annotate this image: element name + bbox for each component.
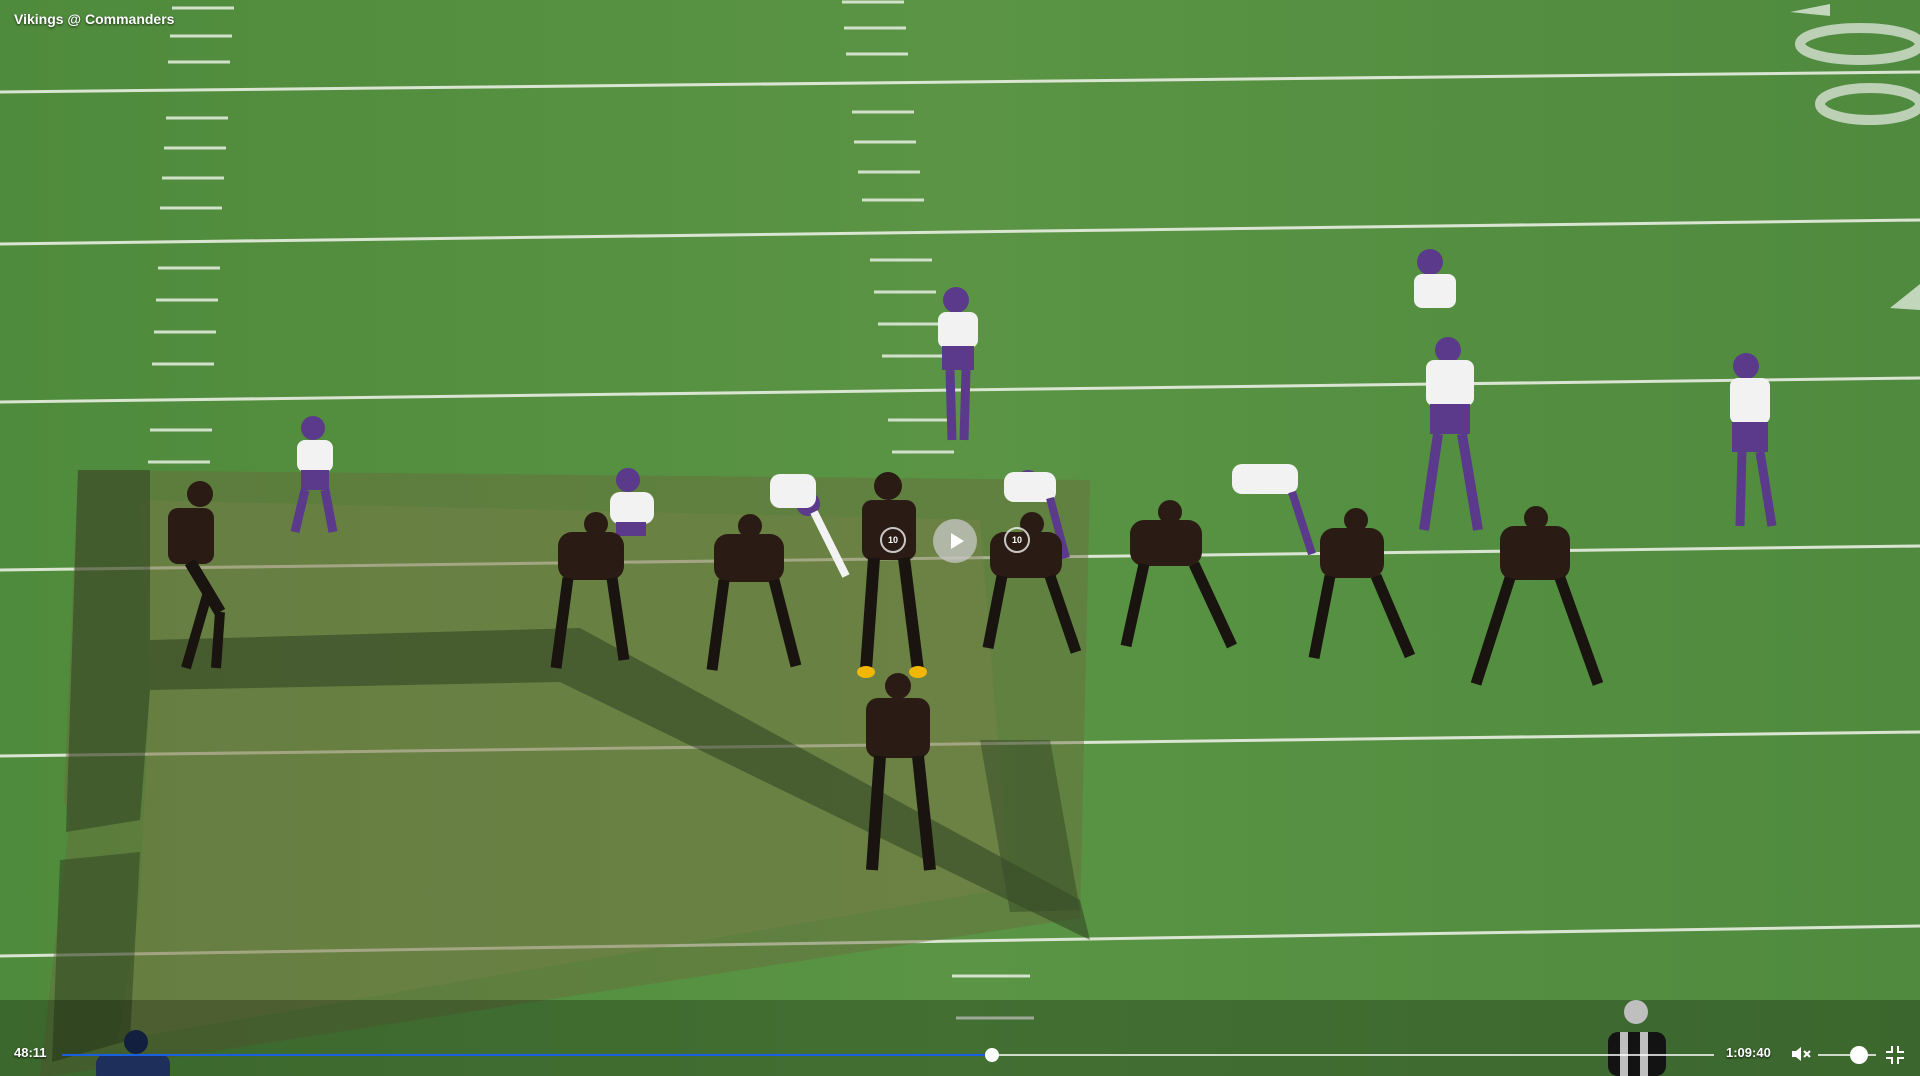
skip-forward-button[interactable]: 10 [1004, 527, 1030, 553]
skip-back-label: 10 [887, 535, 898, 545]
play-button[interactable] [933, 519, 977, 563]
skip-forward-label: 10 [1011, 535, 1022, 545]
current-time: 48:11 [14, 1045, 47, 1060]
video-title: Vikings @ Commanders [14, 11, 175, 27]
seek-bar-handle[interactable] [984, 1048, 999, 1062]
control-bar: 48:11 1:09:40 [0, 1036, 1920, 1072]
play-icon [950, 533, 964, 549]
video-player[interactable]: Vikings @ Commanders 10 10 48:11 1:09:40 [0, 0, 1920, 1076]
volume-mute-icon[interactable] [1790, 1044, 1812, 1064]
exit-fullscreen-icon[interactable] [1884, 1044, 1906, 1066]
duration: 1:09:40 [1726, 1045, 1771, 1060]
seek-bar-progress [62, 1054, 992, 1056]
center-controls: 10 10 [880, 515, 1030, 565]
volume-slider[interactable] [1818, 1046, 1876, 1064]
seek-bar[interactable] [62, 1048, 1714, 1062]
skip-back-button[interactable]: 10 [880, 527, 906, 553]
volume-slider-handle[interactable] [1849, 1046, 1868, 1064]
